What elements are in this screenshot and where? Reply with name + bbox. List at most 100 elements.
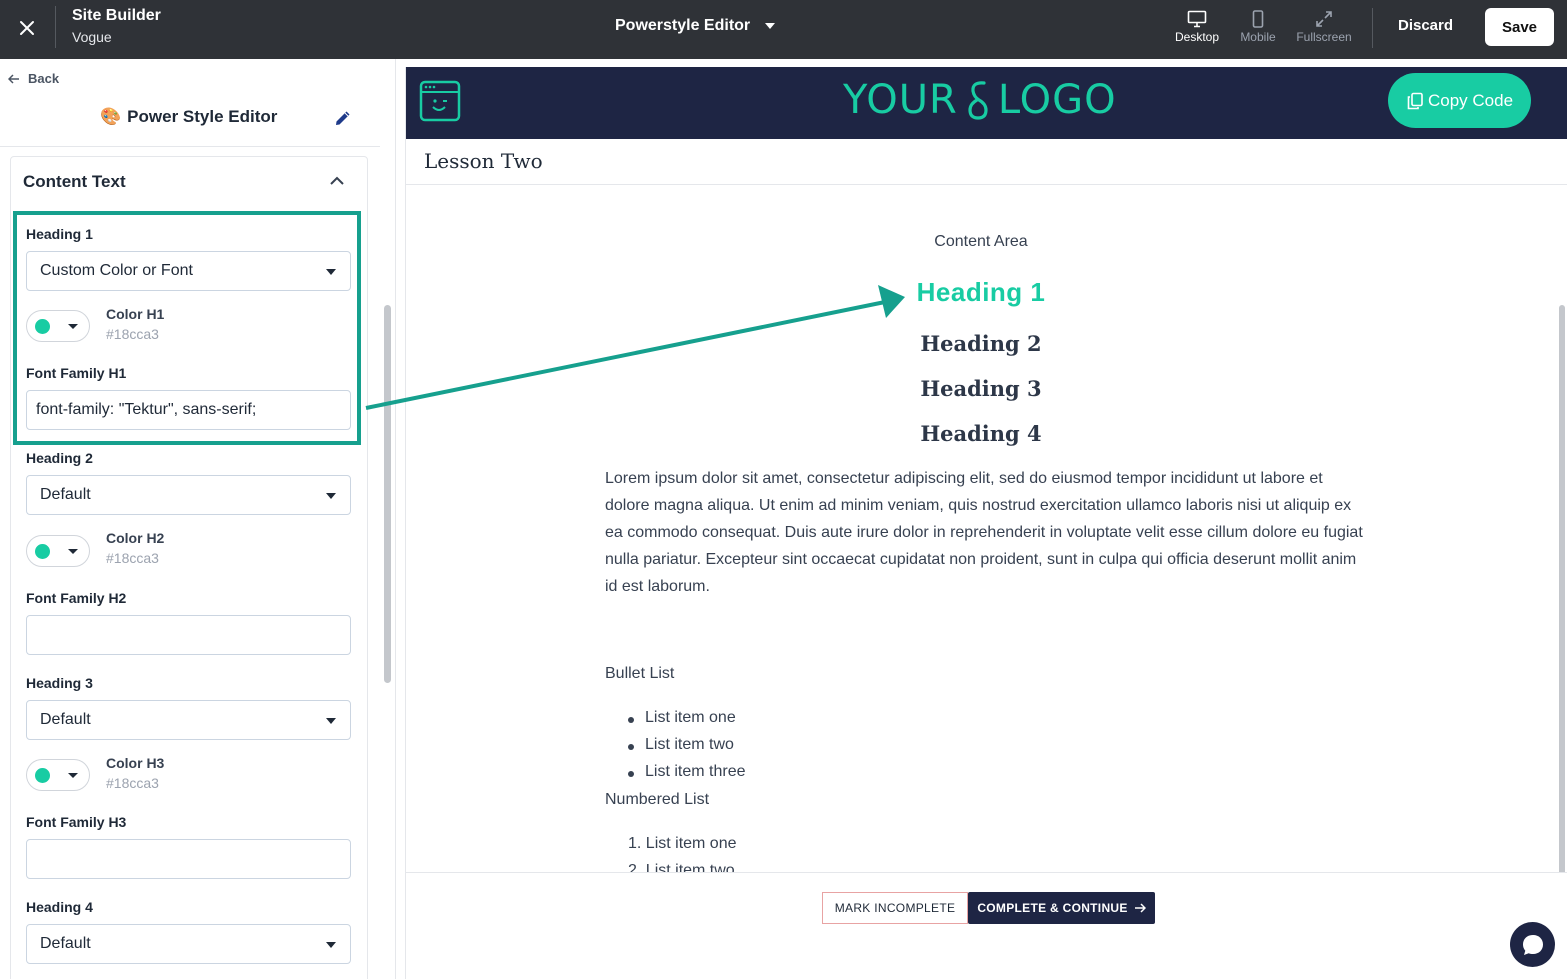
chevron-down-icon (68, 773, 78, 778)
font-family-h1-input[interactable]: font-family: "Tektur", sans-serif; (26, 390, 351, 430)
chevron-down-icon (68, 324, 78, 329)
logo-ampersand-icon (968, 81, 988, 120)
editor-title: Powerstyle Editor (615, 17, 751, 34)
heading1-select[interactable]: Custom Color or Font (26, 251, 351, 291)
top-bar: Site Builder Vogue Powerstyle Editor Des… (0, 0, 1567, 59)
heading4-select-value: Default (40, 935, 91, 952)
lesson-title: Lesson Two (424, 149, 543, 173)
site-logo: YOUR LOGO (843, 77, 1117, 123)
heading3-select[interactable]: Default (26, 700, 351, 740)
color-h1-hex: #18cca3 (106, 326, 159, 342)
heading1-select-value: Custom Color or Font (40, 262, 193, 279)
page-preview: YOUR LOGO Copy Code Lesson Two Content A… (405, 67, 1567, 979)
editor-dropdown[interactable]: Powerstyle Editor (615, 17, 776, 35)
content-scrollbar[interactable] (1559, 305, 1565, 873)
pencil-icon (336, 111, 350, 125)
heading4-label: Heading 4 (26, 899, 93, 915)
complete-continue-label: COMPLETE & CONTINUE (977, 901, 1128, 915)
chat-icon (1522, 934, 1543, 955)
view-desktop-label: Desktop (1174, 30, 1220, 44)
numbered-list-title: Numbered List (605, 791, 710, 808)
panel-scrollbar[interactable] (384, 305, 391, 683)
palette-icon: 🎨 (100, 107, 122, 126)
list-item: 1. List item one (628, 835, 737, 852)
logo-text-left: YOUR (843, 77, 958, 123)
chevron-down-icon (326, 942, 336, 948)
desktop-icon (1187, 10, 1207, 28)
heading2-label: Heading 2 (26, 450, 93, 466)
font-family-h1-label: Font Family H1 (26, 365, 127, 381)
site-name: Vogue (72, 29, 112, 45)
chevron-down-icon (326, 718, 336, 724)
mobile-icon (1252, 10, 1264, 28)
fullscreen-icon (1316, 11, 1332, 27)
divider (395, 59, 396, 979)
font-family-h3-label: Font Family H3 (26, 814, 127, 830)
color-dot (35, 768, 50, 783)
chevron-down-icon (765, 23, 776, 29)
color-dot (35, 544, 50, 559)
view-mobile-label: Mobile (1240, 30, 1276, 44)
copy-code-button[interactable]: Copy Code (1388, 73, 1531, 128)
color-h1-label: Color H1 (106, 306, 165, 322)
panel-title: 🎨 Power Style Editor (100, 107, 277, 127)
bullet-list: List item one List item two List item th… (627, 709, 745, 790)
chat-button[interactable] (1510, 922, 1555, 967)
arrow-right-icon (1134, 903, 1146, 913)
divider (0, 146, 380, 147)
view-desktop-button[interactable]: Desktop (1162, 8, 1232, 44)
color-h3-label: Color H3 (106, 755, 165, 771)
list-item: List item two (627, 736, 745, 763)
close-icon (20, 21, 34, 35)
heading2-select[interactable]: Default (26, 475, 351, 515)
arrow-left-icon (8, 73, 19, 84)
save-button[interactable]: Save (1485, 8, 1554, 46)
chevron-down-icon (68, 549, 78, 554)
discard-button[interactable]: Discard (1398, 17, 1453, 34)
content-area-label: Content Area (934, 233, 1028, 250)
collapse-button[interactable] (329, 173, 345, 191)
color-h2-picker[interactable] (26, 535, 90, 567)
font-family-h2-label: Font Family H2 (26, 590, 127, 606)
font-family-h2-input[interactable] (26, 615, 351, 655)
heading3-select-value: Default (40, 711, 91, 728)
app-button[interactable] (419, 80, 461, 127)
view-mobile-button[interactable]: Mobile (1223, 8, 1293, 44)
list-item: List item three (627, 763, 745, 790)
edit-button[interactable] (333, 108, 353, 133)
logo-text-right: LOGO (997, 77, 1117, 123)
preview-header: YOUR LOGO Copy Code (406, 67, 1567, 139)
app-icon (419, 80, 461, 122)
heading1-label: Heading 1 (26, 226, 93, 242)
color-h2-hex: #18cca3 (106, 550, 159, 566)
font-family-h3-input[interactable] (26, 839, 351, 879)
divider (1372, 8, 1373, 48)
lesson-content: Content Area Heading 1 Heading 2 Heading… (406, 185, 1567, 873)
panel-title-text: Power Style Editor (127, 107, 278, 126)
complete-continue-button[interactable]: COMPLETE & CONTINUE (968, 892, 1155, 924)
heading3-label: Heading 3 (26, 675, 93, 691)
color-h2-label: Color H2 (106, 530, 165, 546)
app-title: Site Builder (72, 7, 161, 24)
close-button[interactable] (12, 13, 42, 43)
back-label: Back (28, 71, 60, 86)
section-title: Content Text (23, 172, 126, 191)
mark-incomplete-button[interactable]: MARK INCOMPLETE (822, 892, 968, 924)
heading2-select-value: Default (40, 486, 91, 503)
chevron-down-icon (326, 269, 336, 275)
color-dot (35, 319, 50, 334)
back-link[interactable]: Back (8, 71, 59, 86)
divider (55, 6, 56, 48)
numbered-list: 1. List item one 2. List item two (628, 835, 737, 873)
color-h1-picker[interactable] (26, 310, 90, 342)
chevron-down-icon (326, 493, 336, 499)
color-h3-hex: #18cca3 (106, 775, 159, 791)
heading4-select[interactable]: Default (26, 924, 351, 964)
divider (406, 872, 1567, 873)
preview-heading-2: Heading 2 (920, 331, 1042, 356)
preview-heading-4: Heading 4 (920, 421, 1042, 446)
view-fullscreen-button[interactable]: Fullscreen (1289, 8, 1359, 44)
preview-heading-1: Heading 1 (916, 277, 1046, 307)
color-h3-picker[interactable] (26, 759, 90, 791)
chevron-up-icon (330, 176, 344, 185)
